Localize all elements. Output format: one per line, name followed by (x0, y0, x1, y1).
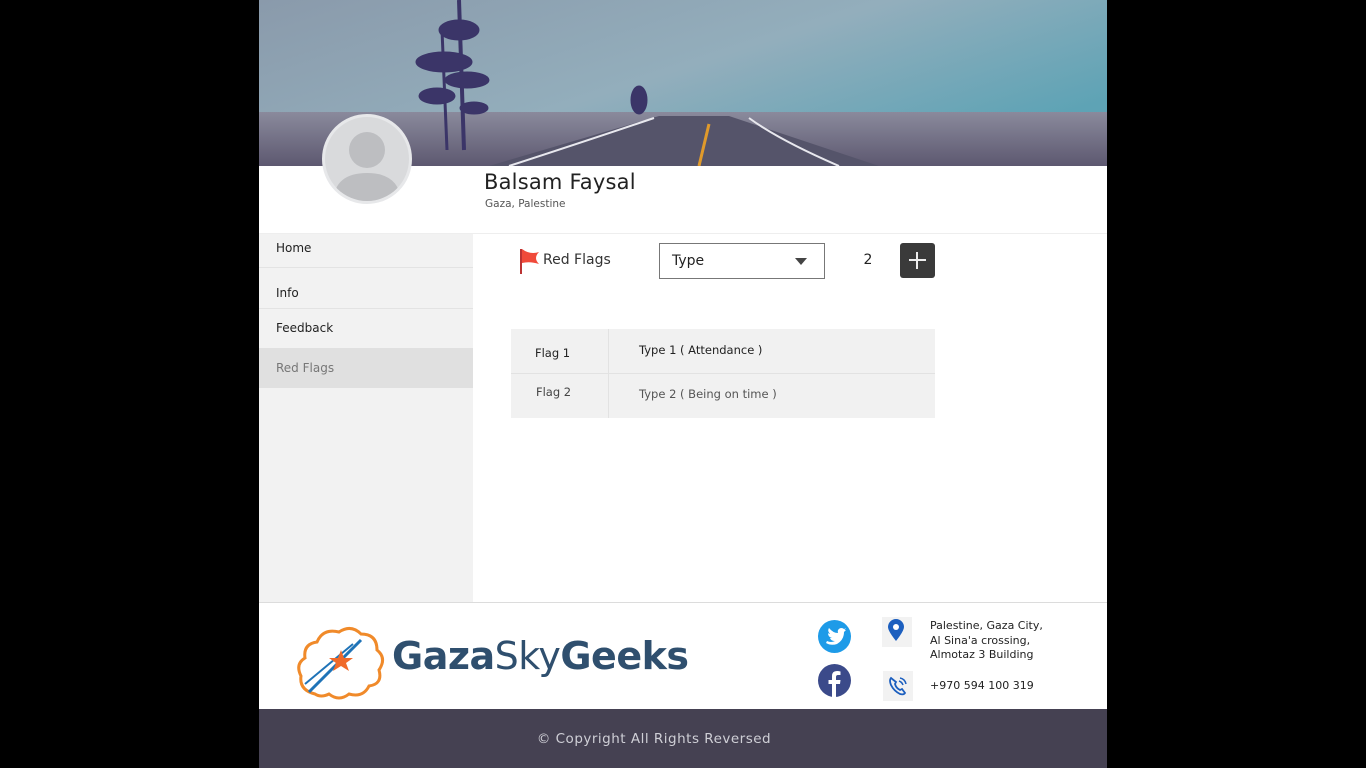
table-cell-flag: Flag 1 (535, 346, 571, 360)
twitter-icon (826, 628, 846, 645)
red-flags-title: Red Flags (543, 252, 611, 268)
avatar-placeholder-icon (333, 132, 401, 201)
sidebar-item-label: Home (276, 241, 312, 255)
add-flag-button[interactable] (900, 243, 935, 278)
sidebar-item-label: Feedback (276, 321, 334, 335)
sidebar: Home Info Feedback Red Flags (259, 234, 473, 602)
sidebar-item-label: Red Flags (276, 361, 335, 375)
sidebar-item-home[interactable]: Home (259, 234, 473, 268)
sidebar-item-feedback[interactable]: Feedback (259, 309, 473, 348)
plus-icon (916, 252, 918, 269)
flag-count: 2 (863, 252, 873, 268)
sidebar-item-label: Info (276, 286, 299, 300)
caret-down-icon (795, 258, 807, 265)
profile-location: Gaza, Palestine (485, 198, 566, 210)
facebook-link[interactable] (818, 664, 851, 697)
flags-table: Flag 1 Type 1 ( Attendance ) Flag 2 Type… (511, 329, 935, 418)
red-flag-icon (520, 249, 539, 274)
table-cell-type: Type 2 ( Being on time ) (639, 387, 777, 401)
divider (511, 373, 935, 374)
type-select[interactable]: Type (659, 243, 825, 279)
avatar[interactable] (322, 114, 412, 204)
type-select-value: Type (672, 253, 705, 269)
gsg-logo (297, 627, 384, 700)
table-cell-flag: Flag 2 (536, 385, 572, 399)
profile-name: Balsam Faysal (484, 170, 636, 194)
table-cell-type: Type 1 ( Attendance ) (639, 343, 763, 357)
twitter-link[interactable] (818, 620, 851, 653)
sidebar-item-info[interactable]: Info (259, 268, 473, 309)
facebook-icon (828, 671, 841, 697)
footer-divider (259, 602, 1107, 603)
sidebar-item-red-flags[interactable]: Red Flags (259, 348, 473, 388)
